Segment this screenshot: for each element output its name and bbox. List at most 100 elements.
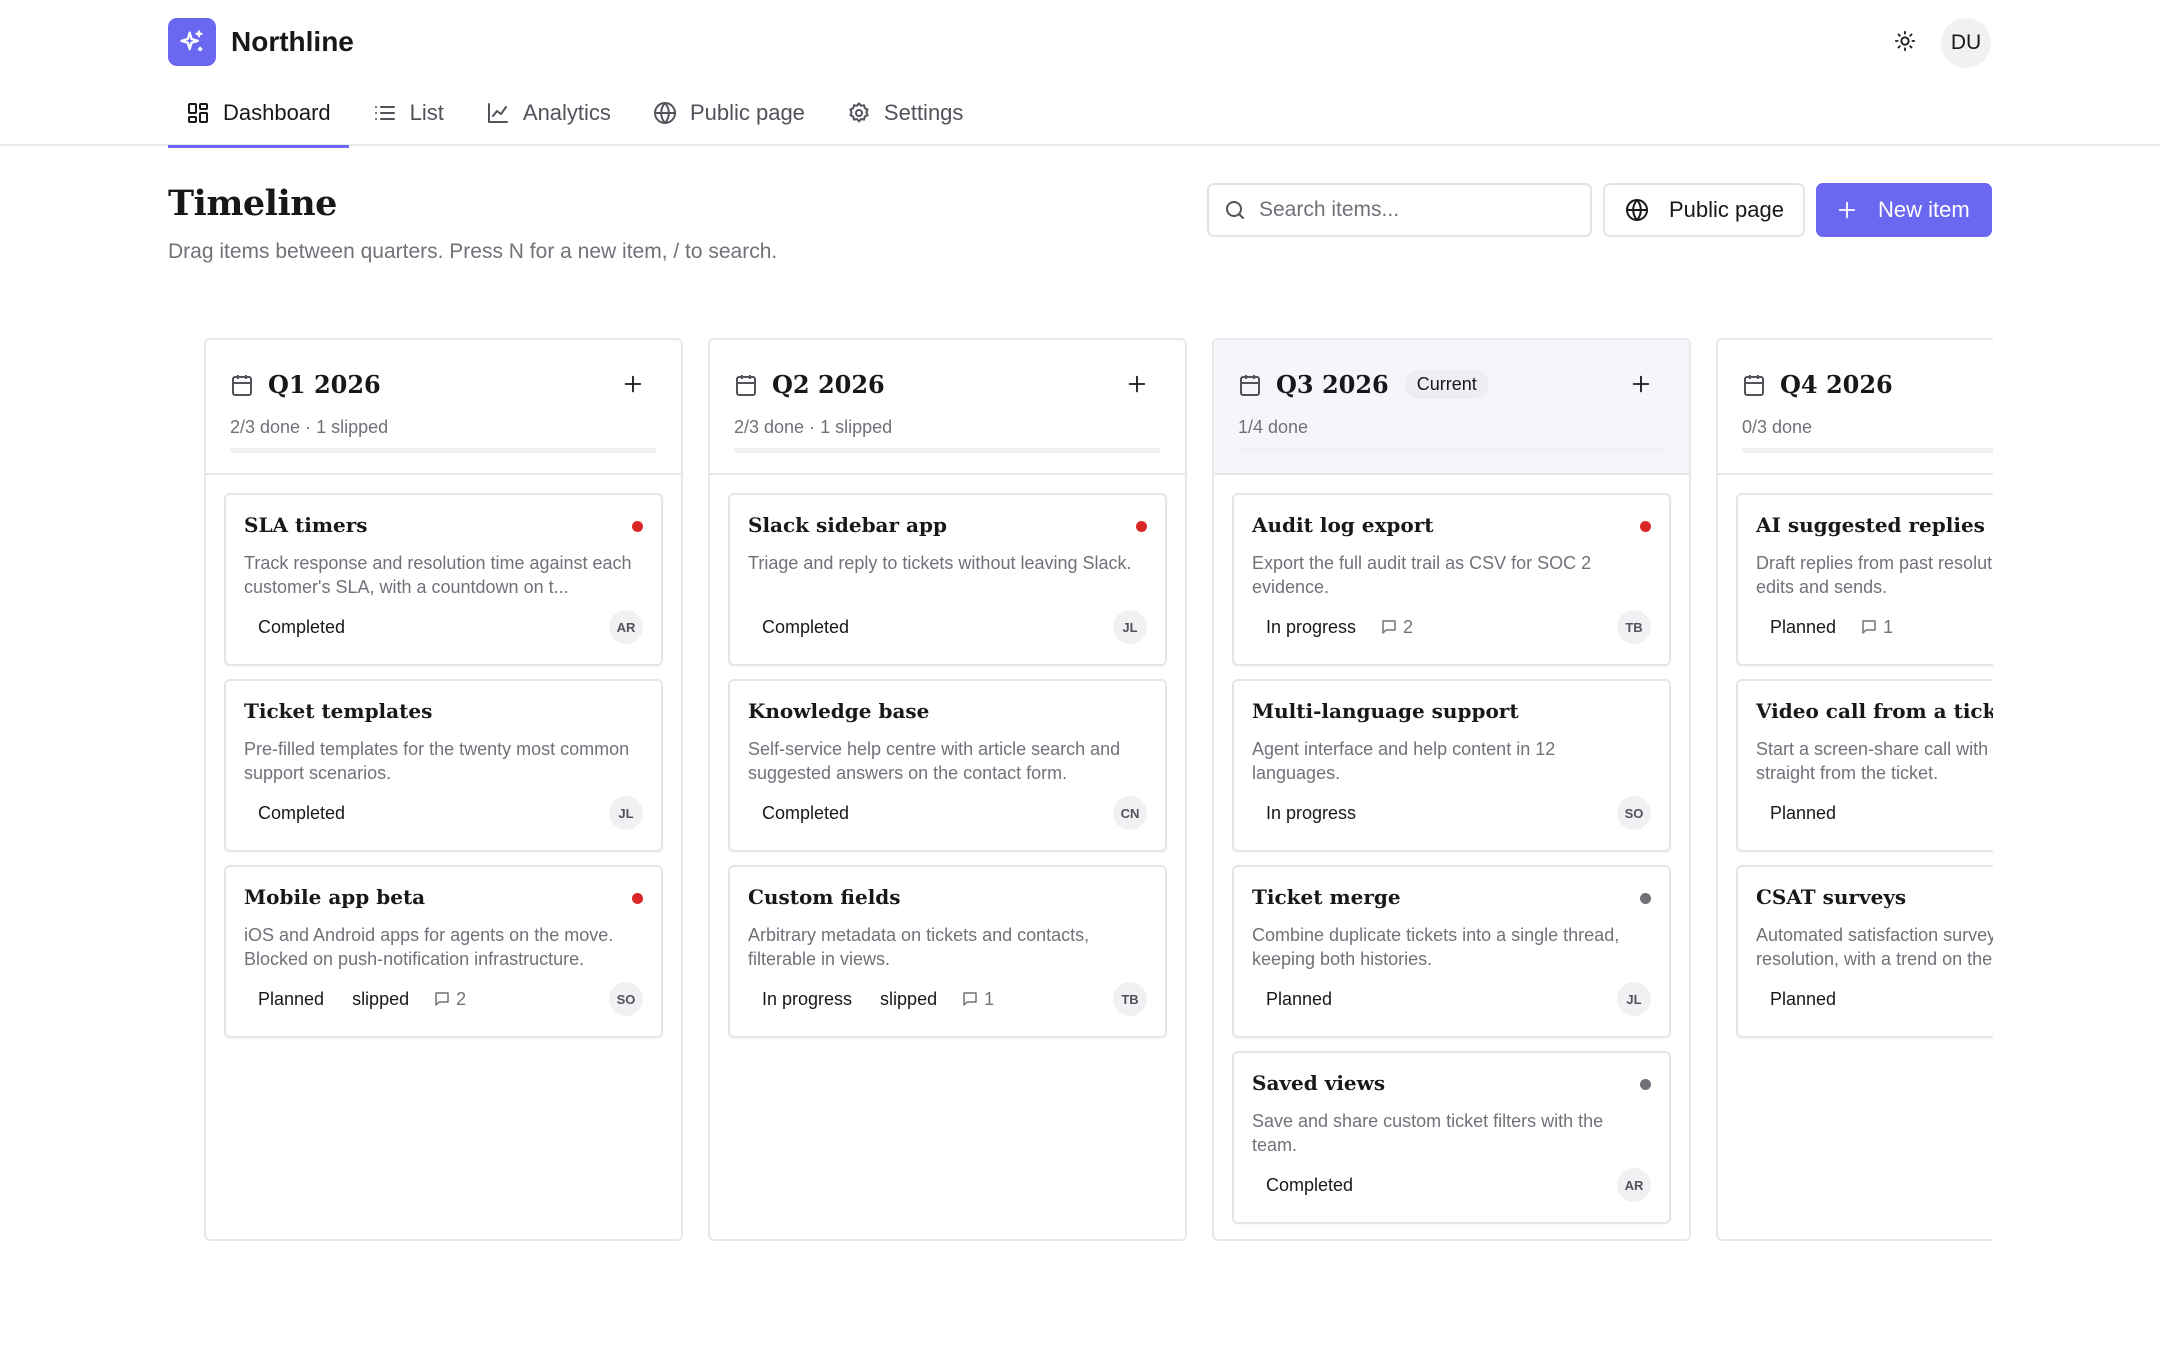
item-description: Agent interface and help content in 12 l… — [1252, 739, 1556, 783]
assignee-avatar: JL — [1113, 610, 1147, 644]
priority-dot — [632, 521, 643, 532]
progress-fill — [1238, 448, 1345, 453]
status-badge: Planned — [258, 988, 325, 1009]
current-badge: Current — [1404, 370, 1489, 399]
tab-label: Public page — [689, 100, 805, 125]
add-item-button[interactable] — [1121, 368, 1153, 400]
comment-count-value: 1 — [1883, 616, 1894, 637]
comment-icon — [961, 990, 979, 1008]
gear-icon — [847, 101, 871, 125]
tab-label: List — [409, 100, 444, 125]
top-bar: Northline DU Dashboard List Analytics Pu… — [0, 0, 2160, 148]
item-card[interactable]: Mobile app beta iOS and Android apps for… — [224, 865, 663, 1038]
list-icon — [373, 101, 397, 125]
page-title: Timeline — [168, 183, 337, 224]
globe-icon — [653, 101, 677, 125]
column-header: Q2 2026 2/3 done · 1 slipped — [710, 340, 1185, 475]
item-description: Self-service help centre with article se… — [748, 739, 1121, 783]
column-stats: 1/4 done — [1238, 417, 1309, 437]
item-title: Knowledge base — [748, 699, 930, 723]
assignee-avatar: AR — [1617, 1168, 1651, 1202]
calendar-icon — [232, 374, 252, 396]
theme-toggle-button[interactable] — [1886, 22, 1924, 60]
status-badge: Planned — [1266, 988, 1333, 1009]
item-title: Mobile app beta — [244, 885, 426, 909]
item-description: Export the full audit trail as CSV for S… — [1252, 553, 1592, 597]
assignee-avatar: SO — [609, 982, 643, 1016]
brand[interactable]: Northline — [168, 18, 354, 66]
column-header: Q1 2026 2/3 done · 1 slipped — [206, 340, 681, 475]
quarter-column: Q4 2026 0/3 done AI suggested replies Dr… — [1716, 338, 1993, 1241]
comment-icon — [433, 990, 451, 1008]
item-card[interactable]: Video call from a ticket Start a screen-… — [1736, 679, 1993, 852]
progress-bar — [1742, 448, 1993, 453]
item-card[interactable]: Multi-language support Agent interface a… — [1232, 679, 1671, 852]
column-title: Q3 2026 — [1276, 370, 1389, 399]
new-item-button[interactable]: New item — [1816, 183, 1992, 237]
status-badge: Completed — [762, 802, 850, 823]
progress-fill — [734, 448, 1021, 453]
calendar-icon — [1744, 374, 1764, 396]
column-stats: 2/3 done · 1 slipped — [230, 417, 389, 437]
slipped-badge: slipped — [352, 988, 410, 1009]
item-card[interactable]: CSAT surveys Automated satisfaction surv… — [1736, 865, 1993, 1038]
assignee-avatar: AR — [609, 610, 643, 644]
comment-icon — [1380, 618, 1398, 636]
progress-bar — [230, 448, 657, 453]
item-title: AI suggested replies — [1756, 513, 1985, 537]
user-avatar[interactable]: DU — [1941, 18, 1991, 68]
assignee-avatar: TB — [1617, 610, 1651, 644]
new-item-label: New item — [1878, 197, 1970, 222]
status-badge: Planned — [1770, 616, 1837, 637]
sun-icon — [1894, 30, 1916, 52]
item-card[interactable]: AI suggested replies Draft replies from … — [1736, 493, 1993, 666]
tab-settings[interactable]: Settings — [829, 90, 982, 146]
status-badge: Planned — [1770, 802, 1837, 823]
item-card[interactable]: Ticket merge Combine duplicate tickets i… — [1232, 865, 1671, 1038]
comment-count: 2 — [433, 989, 466, 1010]
item-description: Arbitrary metadata on tickets and contac… — [748, 925, 1090, 969]
item-title: Slack sidebar app — [748, 513, 947, 537]
tab-public-page[interactable]: Public page — [635, 90, 823, 146]
search-input[interactable] — [1259, 198, 1579, 222]
item-card[interactable]: Audit log export Export the full audit t… — [1232, 493, 1671, 666]
item-card[interactable]: SLA timers Track response and resolution… — [224, 493, 663, 666]
calendar-icon — [1240, 374, 1260, 396]
item-description: Triage and reply to tickets without leav… — [748, 553, 1132, 573]
public-page-button[interactable]: Public page — [1603, 183, 1805, 237]
public-page-label: Public page — [1669, 197, 1784, 222]
progress-bar — [1238, 448, 1665, 453]
assignee-avatar: SO — [1617, 796, 1651, 830]
column-stats: 2/3 done · 1 slipped — [734, 417, 893, 437]
tab-list[interactable]: List — [355, 90, 462, 146]
grid-icon — [186, 101, 210, 125]
item-card[interactable]: Ticket templates Pre-filled templates fo… — [224, 679, 663, 852]
item-card[interactable]: Slack sidebar app Triage and reply to ti… — [728, 493, 1167, 666]
item-card[interactable]: Custom fields Arbitrary metadata on tick… — [728, 865, 1167, 1038]
column-title: Q4 2026 — [1780, 370, 1893, 399]
comment-count-value: 2 — [1403, 616, 1414, 637]
tab-label: Dashboard — [223, 100, 331, 125]
tab-label: Analytics — [522, 100, 611, 125]
item-title: CSAT surveys — [1756, 885, 1907, 909]
comment-icon — [1860, 618, 1878, 636]
item-title: Ticket templates — [244, 699, 433, 723]
item-description: Start a screen-share call with the custo… — [1756, 739, 1993, 783]
add-item-button[interactable] — [1625, 368, 1657, 400]
app-name: Northline — [231, 26, 354, 57]
add-item-button[interactable] — [617, 368, 649, 400]
slipped-badge: slipped — [880, 988, 938, 1009]
column-title: Q2 2026 — [772, 370, 885, 399]
item-card[interactable]: Saved views Save and share custom ticket… — [1232, 1051, 1671, 1224]
priority-dot — [1640, 1079, 1651, 1090]
assignee-avatar: TB — [1113, 982, 1147, 1016]
item-title: SLA timers — [244, 513, 368, 537]
progress-fill — [230, 448, 517, 453]
item-card[interactable]: Knowledge base Self-service help centre … — [728, 679, 1167, 852]
tab-dashboard[interactable]: Dashboard — [168, 90, 349, 148]
tab-analytics[interactable]: Analytics — [468, 90, 629, 146]
item-title: Custom fields — [748, 885, 901, 909]
tab-label: Settings — [883, 100, 964, 125]
quarter-column: Q1 2026 2/3 done · 1 slipped SLA timers … — [204, 338, 683, 1241]
timeline-board: Q1 2026 2/3 done · 1 slipped SLA timers … — [168, 338, 1993, 1243]
